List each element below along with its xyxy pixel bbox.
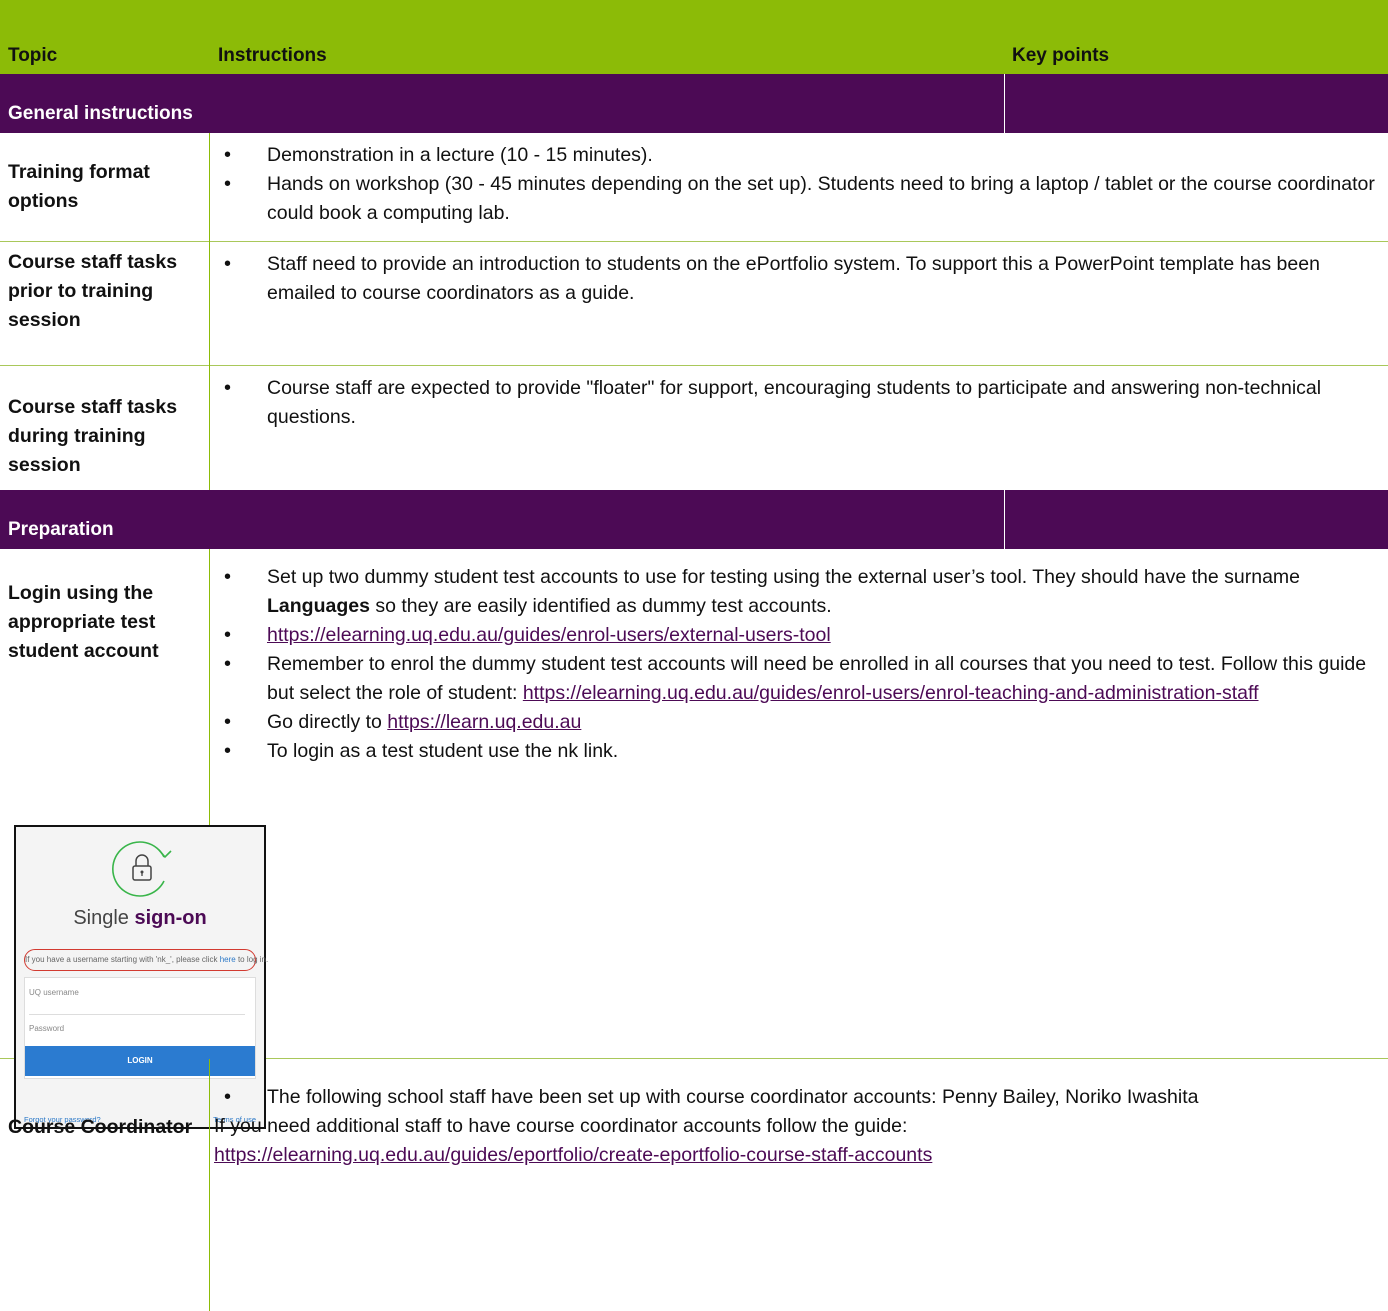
- row-topic: Training format options: [8, 161, 150, 212]
- nk-here-link[interactable]: here: [220, 955, 236, 964]
- coordinator-paragraph: If you need additional staff to have cou…: [214, 1115, 908, 1137]
- section-preparation: Preparation: [0, 490, 1388, 549]
- nk-login-notice: If you have a username starting with 'nk…: [24, 949, 268, 971]
- row-instructions: Set up two dummy student test accounts t…: [214, 563, 1386, 766]
- bullet-item: The following school staff have been set…: [214, 1083, 1386, 1112]
- section-general-instructions: General instructions: [0, 74, 1388, 133]
- row-instructions: The following school staff have been set…: [214, 1083, 1386, 1170]
- surname-bold: Languages: [267, 595, 370, 617]
- key-points-divider: [1004, 74, 1005, 133]
- username-field[interactable]: UQ username: [29, 988, 79, 997]
- bullet-item: To login as a test student use the nk li…: [214, 737, 1386, 766]
- row-topic: Course staff tasks prior to training ses…: [8, 251, 178, 331]
- instruction-table: Topic Instructions Key points General in…: [0, 0, 1388, 1311]
- header-instructions: Instructions: [218, 45, 327, 66]
- external-users-tool-link[interactable]: https://elearning.uq.edu.au/guides/enrol…: [267, 624, 831, 646]
- bullet-item: Remember to enrol the dummy student test…: [214, 650, 1386, 708]
- column-divider: [209, 366, 210, 490]
- field-separator: [29, 1014, 245, 1015]
- lock-refresh-icon: [112, 841, 172, 897]
- row-topic: Course staff tasks during training sessi…: [8, 396, 178, 476]
- row-login: Login using the appropriate test student…: [0, 549, 1388, 1129]
- bullet-item: Course staff are expected to provide "fl…: [214, 374, 1386, 432]
- row-training-format: Training format options Demonstration in…: [0, 133, 1388, 242]
- section-title: General instructions: [8, 103, 193, 124]
- row-staff-prior: Course staff tasks prior to training ses…: [0, 242, 1388, 366]
- bullet-item: Go directly to https://learn.uq.edu.au: [214, 708, 1386, 737]
- column-divider: [209, 133, 210, 242]
- column-divider: [209, 242, 210, 366]
- sso-title: Single sign-on: [73, 907, 207, 929]
- bullet-item: https://elearning.uq.edu.au/guides/enrol…: [214, 621, 1386, 650]
- bullet-item: Hands on workshop (30 - 45 minutes depen…: [214, 170, 1386, 228]
- table-header: Topic Instructions Key points: [0, 0, 1388, 74]
- row-staff-during: Course staff tasks during training sessi…: [0, 366, 1388, 490]
- row-instructions: Demonstration in a lecture (10 - 15 minu…: [214, 141, 1386, 228]
- bullet-item: Staff need to provide an introduction to…: [214, 250, 1386, 308]
- key-points-divider: [1004, 490, 1005, 549]
- enrol-staff-link[interactable]: https://elearning.uq.edu.au/guides/enrol…: [523, 682, 1259, 704]
- course-staff-accounts-link[interactable]: https://elearning.uq.edu.au/guides/eport…: [214, 1144, 932, 1166]
- section-title: Preparation: [8, 519, 114, 540]
- learn-uq-link[interactable]: https://learn.uq.edu.au: [387, 711, 581, 733]
- bullet-item: Set up two dummy student test accounts t…: [214, 563, 1386, 621]
- header-topic: Topic: [8, 45, 58, 66]
- row-course-coordinator: Course Coordinator The following school …: [0, 1059, 1388, 1311]
- row-topic: Course Coordinator: [8, 1116, 193, 1138]
- row-topic: Login using the appropriate test student…: [8, 582, 159, 662]
- bullet-item: Demonstration in a lecture (10 - 15 minu…: [214, 141, 1386, 170]
- password-field[interactable]: Password: [29, 1024, 64, 1033]
- row-instructions: Course staff are expected to provide "fl…: [214, 374, 1386, 432]
- column-divider: [209, 1059, 210, 1311]
- header-key-points: Key points: [1012, 45, 1110, 66]
- row-instructions: Staff need to provide an introduction to…: [214, 250, 1386, 308]
